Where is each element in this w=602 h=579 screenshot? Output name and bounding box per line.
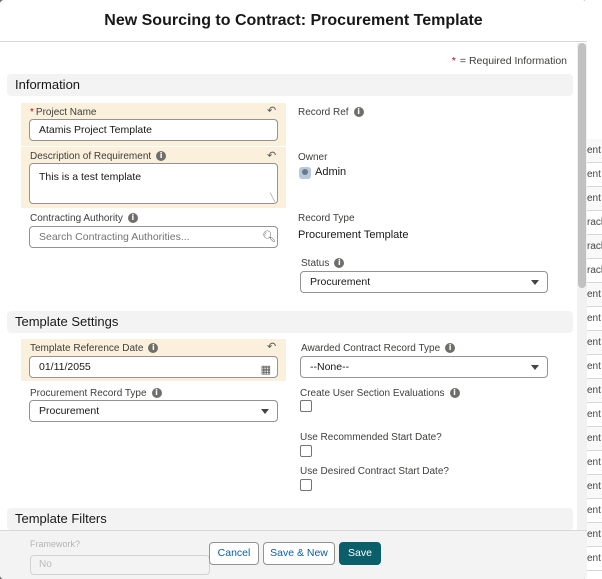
undo-icon[interactable]: ↶ [267, 340, 276, 353]
owner-value[interactable]: Admin [315, 166, 346, 178]
reference-date-input[interactable]: 01/11/2055 ▦ [29, 356, 278, 378]
use-desired-contract-start-checkbox[interactable] [300, 479, 312, 491]
background-row: ent [585, 331, 602, 355]
owner-label: Owner [298, 152, 328, 163]
reference-date-label: Template Reference Date i [30, 343, 159, 354]
chevron-down-icon [261, 409, 269, 414]
use-recommended-start-label: Use Recommended Start Date? [300, 432, 442, 443]
status-select[interactable]: Procurement [300, 271, 548, 293]
info-icon[interactable]: i [449, 388, 460, 399]
background-row: ent [585, 139, 602, 163]
footer-ghost-field: Framework? No [30, 539, 210, 579]
background-row: ent [585, 547, 602, 571]
description-value: This is a test template [39, 171, 142, 183]
create-user-section-evaluations-checkbox[interactable] [300, 400, 312, 412]
background-row: ent [585, 283, 602, 307]
save-and-new-button[interactable]: Save & New [263, 542, 335, 565]
required-note-text: = Required Information [459, 55, 567, 67]
info-icon[interactable]: i [151, 388, 162, 399]
record-ref-label: Record Ref i [298, 107, 364, 118]
background-row: ent [585, 163, 602, 187]
undo-icon[interactable]: ↶ [267, 149, 276, 162]
description-label: Description of Requirement i [30, 151, 167, 162]
use-desired-contract-start-label: Use Desired Contract Start Date? [300, 466, 449, 477]
save-button[interactable]: Save [339, 542, 381, 565]
section-template-filters-header[interactable]: Template Filters [7, 508, 573, 530]
info-icon[interactable]: i [353, 107, 364, 118]
background-row: ent [585, 355, 602, 379]
description-textarea[interactable]: This is a test template ╲ [29, 163, 278, 204]
info-icon[interactable]: i [148, 343, 159, 354]
chevron-down-icon [531, 280, 539, 285]
required-info-note: * = Required Information [452, 55, 567, 67]
background-row: ent [585, 451, 602, 475]
background-row: ent [585, 307, 602, 331]
info-icon[interactable]: i [334, 258, 345, 269]
info-icon[interactable]: i [156, 151, 167, 162]
procurement-record-type-value: Procurement [39, 405, 100, 417]
background-row: racl [585, 259, 602, 283]
background-row: ent [585, 187, 602, 211]
undo-icon[interactable]: ↶ [267, 104, 276, 117]
contracting-authority-search[interactable]: Search Contracting Authorities... [29, 226, 278, 248]
status-label: Status i [301, 258, 345, 269]
record-type-value: Procurement Template [298, 229, 409, 241]
background-row: racl [585, 235, 602, 259]
background-row: ent [585, 403, 602, 427]
background-row: ent [585, 523, 602, 547]
modal-scrollbar[interactable] [577, 43, 587, 530]
modal-body[interactable]: * = Required Information Information * Pro… [0, 43, 577, 530]
background-row: ent [585, 499, 602, 523]
awarded-contract-type-value: --None-- [310, 361, 350, 373]
background-row: ent [585, 379, 602, 403]
background-row: ent [585, 475, 602, 499]
create-user-section-evaluations-label: Create User Section Evaluations i [300, 388, 460, 399]
awarded-contract-type-select[interactable]: --None-- [300, 356, 548, 378]
status-value: Procurement [310, 276, 371, 288]
procurement-record-type-select[interactable]: Procurement [29, 400, 278, 422]
awarded-contract-type-label: Awarded Contract Record Type i [301, 343, 456, 354]
resize-grip-icon[interactable]: ╲ [270, 193, 275, 202]
chevron-down-icon [531, 365, 539, 370]
modal-title: New Sourcing to Contract: Procurement Te… [104, 11, 483, 29]
info-icon[interactable]: i [445, 343, 456, 354]
record-type-label: Record Type [298, 213, 355, 224]
project-name-input[interactable]: Atamis Project Template [29, 119, 278, 141]
calendar-icon[interactable]: ▦ [261, 360, 271, 377]
user-avatar-icon [299, 167, 311, 179]
section-information-header[interactable]: Information [7, 74, 573, 96]
framework-label: Framework? [30, 539, 81, 549]
required-star: * [451, 55, 456, 67]
modal-header: New Sourcing to Contract: Procurement Te… [0, 0, 587, 42]
info-icon[interactable]: i [127, 213, 138, 224]
contracting-authority-label: Contracting Authority i [30, 213, 138, 224]
use-recommended-start-checkbox[interactable] [300, 445, 312, 457]
modal-footer: Framework? No Cancel Save & New Save [0, 530, 587, 579]
new-record-modal: New Sourcing to Contract: Procurement Te… [0, 0, 587, 579]
background-record-list: ent ent ent racl racl racl ent ent ent e… [585, 0, 602, 579]
background-row: racl [585, 211, 602, 235]
section-template-settings-header[interactable]: Template Settings [7, 311, 573, 333]
framework-select: No [30, 555, 210, 575]
cancel-button[interactable]: Cancel [209, 542, 259, 565]
reference-date-value: 01/11/2055 [39, 361, 91, 373]
project-name-label: * Project Name [30, 107, 97, 118]
background-row: ent [585, 427, 602, 451]
procurement-record-type-label: Procurement Record Type i [30, 388, 162, 399]
scrollbar-thumb[interactable] [578, 43, 586, 288]
